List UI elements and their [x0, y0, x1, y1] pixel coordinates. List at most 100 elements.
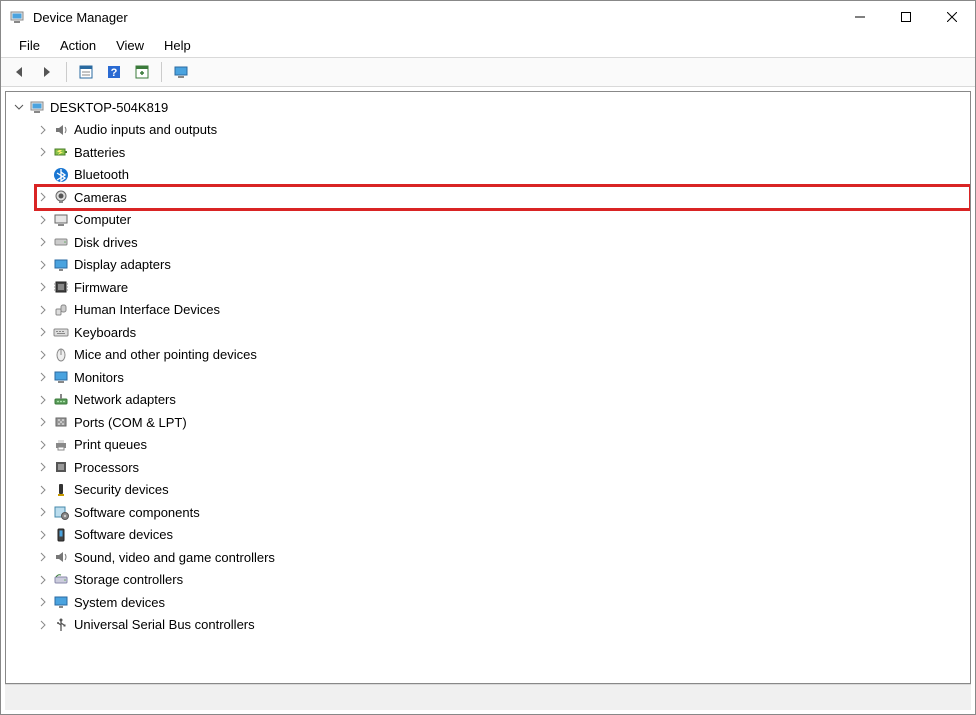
category-label: Human Interface Devices [74, 302, 226, 317]
category-sound[interactable]: Sound, video and game controllers [36, 546, 970, 569]
toolbar-properties-button[interactable] [74, 60, 98, 84]
chevron-right-icon [38, 125, 48, 135]
category-label: Display adapters [74, 257, 177, 272]
chevron-right-icon [38, 575, 48, 585]
menu-file[interactable]: File [9, 36, 50, 55]
category-mice[interactable]: Mice and other pointing devices [36, 344, 970, 367]
toolbar-help-button[interactable] [102, 60, 126, 84]
arrow-left-icon [11, 64, 27, 80]
menu-view[interactable]: View [106, 36, 154, 55]
expand-toggle[interactable] [36, 282, 50, 292]
chevron-right-icon [38, 597, 48, 607]
expand-toggle[interactable] [36, 305, 50, 315]
chevron-right-icon [38, 282, 48, 292]
toolbar-separator [161, 62, 162, 82]
toolbar-forward-button[interactable] [35, 60, 59, 84]
help-icon [106, 64, 122, 80]
expand-toggle[interactable] [36, 125, 50, 135]
category-ports[interactable]: Ports (COM & LPT) [36, 411, 970, 434]
category-network[interactable]: Network adapters [36, 389, 970, 412]
chevron-right-icon [38, 620, 48, 630]
chevron-right-icon [38, 260, 48, 270]
category-firmware[interactable]: Firmware [36, 276, 970, 299]
category-cpu[interactable]: Processors [36, 456, 970, 479]
chip-icon [52, 278, 70, 296]
category-display[interactable]: Display adapters [36, 254, 970, 277]
root-node[interactable]: DESKTOP-504K819 [12, 96, 970, 119]
computer-icon [28, 98, 46, 116]
toolbar [1, 57, 975, 87]
toolbar-scan-button[interactable] [130, 60, 154, 84]
category-print[interactable]: Print queues [36, 434, 970, 457]
expand-toggle[interactable] [36, 620, 50, 630]
chevron-right-icon [38, 215, 48, 225]
camera-icon [52, 188, 70, 206]
category-swdev[interactable]: Software devices [36, 524, 970, 547]
storage-icon [52, 571, 70, 589]
toolbar-back-button[interactable] [7, 60, 31, 84]
category-cameras[interactable]: Cameras [36, 186, 970, 209]
expand-toggle[interactable] [36, 462, 50, 472]
window-title: Device Manager [33, 10, 837, 25]
category-swcomp[interactable]: Software components [36, 501, 970, 524]
chevron-right-icon [38, 372, 48, 382]
expand-toggle[interactable] [36, 507, 50, 517]
category-computer[interactable]: Computer [36, 209, 970, 232]
category-batteries[interactable]: Batteries [36, 141, 970, 164]
category-security[interactable]: Security devices [36, 479, 970, 502]
expand-toggle[interactable] [36, 575, 50, 585]
expand-toggle[interactable] [36, 237, 50, 247]
category-hid[interactable]: Human Interface Devices [36, 299, 970, 322]
swcomp-icon [52, 503, 70, 521]
speaker-icon [52, 548, 70, 566]
expand-toggle[interactable] [36, 417, 50, 427]
device-tree-panel[interactable]: DESKTOP-504K819 Audio inputs and outputs… [5, 91, 971, 684]
expand-toggle[interactable] [36, 350, 50, 360]
monitor-icon [52, 368, 70, 386]
minimize-button[interactable] [837, 1, 883, 33]
category-keyboards[interactable]: Keyboards [36, 321, 970, 344]
root-label: DESKTOP-504K819 [50, 100, 174, 115]
expand-toggle[interactable] [36, 147, 50, 157]
category-storage[interactable]: Storage controllers [36, 569, 970, 592]
toolbar-monitor-button[interactable] [169, 60, 193, 84]
category-label: Monitors [74, 370, 130, 385]
expand-toggle[interactable] [36, 552, 50, 562]
arrow-right-icon [39, 64, 55, 80]
category-label: Processors [74, 460, 145, 475]
expand-toggle[interactable] [36, 327, 50, 337]
usb-icon [52, 616, 70, 634]
speaker-icon [52, 121, 70, 139]
category-label: Software components [74, 505, 206, 520]
maximize-button[interactable] [883, 1, 929, 33]
category-disk[interactable]: Disk drives [36, 231, 970, 254]
chevron-right-icon [38, 192, 48, 202]
category-label: Universal Serial Bus controllers [74, 617, 261, 632]
hid-icon [52, 301, 70, 319]
expand-toggle[interactable] [36, 395, 50, 405]
expand-toggle[interactable] [36, 597, 50, 607]
expand-toggle[interactable] [36, 372, 50, 382]
menu-action[interactable]: Action [50, 36, 106, 55]
category-label: Storage controllers [74, 572, 189, 587]
expand-toggle[interactable] [36, 440, 50, 450]
expand-toggle[interactable] [36, 192, 50, 202]
cpu-icon [52, 458, 70, 476]
chevron-right-icon [38, 417, 48, 427]
chevron-right-icon [38, 305, 48, 315]
category-bluetooth[interactable]: Bluetooth [36, 164, 970, 187]
category-audio[interactable]: Audio inputs and outputs [36, 119, 970, 142]
expand-toggle[interactable] [36, 530, 50, 540]
category-system[interactable]: System devices [36, 591, 970, 614]
expand-toggle[interactable] [12, 102, 26, 112]
maximize-icon [901, 12, 911, 22]
expand-toggle[interactable] [36, 485, 50, 495]
chevron-right-icon [38, 440, 48, 450]
expand-toggle[interactable] [36, 215, 50, 225]
close-button[interactable] [929, 1, 975, 33]
category-usb[interactable]: Universal Serial Bus controllers [36, 614, 970, 637]
category-monitors[interactable]: Monitors [36, 366, 970, 389]
menu-help[interactable]: Help [154, 36, 201, 55]
window-buttons [837, 1, 975, 33]
expand-toggle[interactable] [36, 260, 50, 270]
